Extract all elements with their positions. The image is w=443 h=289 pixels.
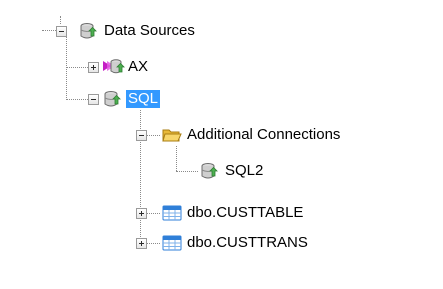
tree-node-label: Data Sources [104,22,195,39]
data-sources-tree[interactable]: Data Sources AX SQL Additional Connectio… [0,0,443,289]
database-icon [103,90,121,108]
linked-database-icon [103,58,125,76]
tree-node-data-sources[interactable]: Data Sources [79,21,197,41]
tree-node-label: Additional Connections [187,126,341,143]
database-icon [79,22,97,40]
tree-node-label: dbo.CUSTTRANS [187,234,308,251]
tree-node-additional-connections[interactable]: Additional Connections [162,125,342,145]
collapse-toggle-sql[interactable] [88,94,99,105]
tree-line [176,171,198,172]
expand-toggle-custtrans[interactable] [136,238,147,249]
tree-node-custtable[interactable]: dbo.CUSTTABLE [162,203,305,223]
expand-toggle-custtable[interactable] [136,208,147,219]
tree-line [66,99,88,100]
tree-line [60,16,61,24]
table-icon [162,234,182,252]
tree-node-sql2[interactable]: SQL2 [200,161,265,181]
tree-node-ax[interactable]: AX [103,57,150,77]
tree-node-label: dbo.CUSTTABLE [187,204,304,221]
tree-line [42,30,56,31]
tree-line [176,146,177,171]
tree-node-label: AX [128,58,149,75]
database-icon [200,162,218,180]
table-icon [162,204,182,222]
collapse-toggle-data-sources[interactable] [56,26,67,37]
expand-toggle-ax[interactable] [88,62,99,73]
collapse-toggle-additional-connections[interactable] [136,130,147,141]
tree-node-label: SQL2 [225,162,264,179]
tree-node-custtrans[interactable]: dbo.CUSTTRANS [162,233,310,253]
tree-node-sql[interactable]: SQL [103,89,161,109]
folder-icon [162,126,182,144]
tree-line [66,67,88,68]
tree-node-label: SQL [126,90,161,108]
